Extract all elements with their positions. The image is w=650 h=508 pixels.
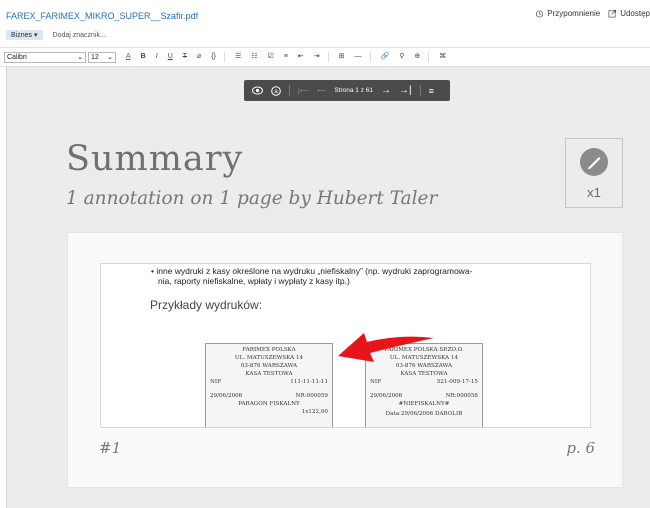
summary-title: Summary <box>66 139 244 179</box>
bulleted-list-button[interactable]: ☰ <box>235 52 241 62</box>
receipt-line: KASA TESTOWA <box>245 371 293 377</box>
italic-button[interactable]: I <box>156 52 158 62</box>
receipt-nip: 521-009-17-15 <box>436 379 478 385</box>
receipt-type: PARAGON FISKALNY <box>238 401 300 407</box>
pdf-viewer[interactable]: a |⟵ ⟵ Strona 1 z 61 → →| ≡ Summary 1 an… <box>6 67 650 508</box>
numbered-list-button[interactable]: ☷ <box>251 52 257 62</box>
previous-page-icon[interactable]: ⟵ <box>317 87 326 95</box>
reminder-button[interactable]: Przypomnienie <box>535 9 600 18</box>
horizontal-rule-button[interactable]: — <box>355 52 362 62</box>
first-page-icon[interactable]: |⟵ <box>298 87 309 95</box>
receipt-line: 03-876 WARSZAWA <box>240 363 298 369</box>
annotation-card[interactable]: • inne wydruki z kasy określone na wydru… <box>67 232 623 488</box>
tag-row: Biznes ▾ Dodaj znacznik... <box>6 30 106 40</box>
chevron-down-icon: ▾ <box>34 32 38 39</box>
annotation-snippet: • inne wydruki z kasy określone na wydru… <box>100 263 591 428</box>
receipt-amount: 1x122,00 <box>301 409 328 415</box>
receipt-nip-label: NIP <box>370 379 381 385</box>
font-family-value: Calibri <box>7 53 27 61</box>
bold-button[interactable]: B <box>141 52 146 62</box>
toolbar-divider <box>289 85 290 96</box>
receipt-line: UL. MATUSZEWSKA 14 <box>234 355 304 361</box>
page-indicator: Strona 1 z 61 <box>334 87 374 94</box>
more-options-button[interactable]: ⌘ <box>439 52 446 62</box>
menu-icon[interactable]: ≡ <box>429 86 434 96</box>
annotation-page[interactable]: p. 6 <box>566 439 595 457</box>
receipt-number: NR:000059 <box>295 393 328 399</box>
top-actions: Przypomnienie Udostęp <box>535 9 650 18</box>
toolbar-divider <box>428 52 430 62</box>
pdf-toolbar: a |⟵ ⟵ Strona 1 z 61 → →| ≡ <box>244 80 450 101</box>
receipt-nip: 111-11-11-11 <box>290 379 328 385</box>
snippet-line: nia, raporty niefiskalne, wpłaty i wypła… <box>158 276 350 286</box>
toolbar-divider <box>369 52 371 62</box>
receipt-line: KASA TESTOWA <box>400 371 448 377</box>
font-size-select[interactable]: 12 ⌄ <box>88 51 116 63</box>
receipt-extra: Data:29/06/2006 DABOLIB <box>385 411 463 417</box>
record-button[interactable]: ⚲ <box>399 52 404 62</box>
annotation-number: #1 <box>99 439 122 457</box>
snippet-bullet-text: • inne wydruki z kasy określone na wydru… <box>151 266 571 286</box>
annotation-count: x1 <box>587 185 601 200</box>
code-button[interactable]: {} <box>211 52 216 62</box>
align-button[interactable]: ≡ <box>284 52 288 62</box>
receipt-date: 29/06/2006 <box>370 393 403 399</box>
share-button[interactable]: Udostęp <box>608 9 650 18</box>
notebook-label: Biznes <box>11 31 33 39</box>
toolbar-divider <box>419 85 421 96</box>
receipt-line: FARIMEX POLSKA <box>242 347 296 353</box>
receipt-type: #NIEFISKALNY# <box>398 401 450 407</box>
last-page-icon[interactable]: →| <box>399 85 412 96</box>
toolbar-divider <box>327 52 329 62</box>
receipt-date-row: 29/06/2006 NR:000058 <box>370 392 478 400</box>
snippet-heading: Przykłady wydruków: <box>150 298 263 312</box>
attachment-button[interactable]: 🔗 <box>381 52 390 62</box>
svg-text:a: a <box>274 89 278 95</box>
alarm-clock-icon <box>536 10 544 18</box>
receipt-nip-label: NIP <box>210 379 221 385</box>
summary-subtitle: 1 annotation on 1 page by Hubert Taler <box>66 188 438 209</box>
note-filename[interactable]: FAREX_FARIMEX_MIKRO_SUPER__Szafir.pdf <box>6 11 198 21</box>
red-arrow-annotation <box>338 333 434 362</box>
receipt-fiscal: FARIMEX POLSKA UL. MATUSZEWSKA 14 03-876… <box>205 343 333 427</box>
annotation-count-badge: x1 <box>565 138 623 208</box>
pen-icon <box>580 148 608 176</box>
font-family-select[interactable]: Calibri ⌄ <box>4 51 86 63</box>
chevron-down-icon: ⌄ <box>77 54 83 61</box>
checklist-button[interactable]: ☑ <box>268 52 274 62</box>
snippet-line: • inne wydruki z kasy określone na wydru… <box>151 266 473 276</box>
receipt-nip-row: NIP 521-009-17-15 <box>370 378 478 386</box>
annotation-toggle-icon[interactable]: a <box>271 85 281 96</box>
receipt-date-row: 29/06/2006 NR:000059 <box>210 392 328 400</box>
strikethrough-button[interactable]: T <box>183 52 187 62</box>
reminder-label: Przypomnienie <box>547 9 601 18</box>
outdent-button[interactable]: ⇤ <box>298 52 304 62</box>
insert-button[interactable]: ⊕ <box>414 52 420 62</box>
text-color-button[interactable]: A <box>126 52 131 62</box>
font-size-value: 12 <box>91 53 99 61</box>
eye-icon[interactable] <box>252 86 263 95</box>
toolbar-divider <box>223 52 225 62</box>
share-label: Udostęp <box>620 9 650 18</box>
table-button[interactable]: ⊞ <box>339 52 345 62</box>
indent-button[interactable]: ⇥ <box>314 52 320 62</box>
notebook-selector[interactable]: Biznes ▾ <box>6 30 43 40</box>
share-icon <box>608 9 617 18</box>
title-bar: FAREX_FARIMEX_MIKRO_SUPER__Szafir.pdf Pr… <box>0 0 650 46</box>
highlight-button[interactable]: ⌀ <box>197 52 201 62</box>
chevron-down-icon: ⌄ <box>107 54 113 61</box>
underline-button[interactable]: U <box>168 52 173 62</box>
add-tag-field[interactable]: Dodaj znacznik... <box>53 32 106 39</box>
format-toolbar: Calibri ⌄ 12 ⌄ A B I U T ⌀ {} ☰ ☷ ☑ ≡ ⇤ … <box>0 47 650 67</box>
next-page-icon[interactable]: → <box>381 85 391 96</box>
receipt-date: 29/06/2006 <box>210 393 243 399</box>
receipt-nip-row: NIP 111-11-11-11 <box>210 378 328 386</box>
receipt-number: NR:000058 <box>445 393 478 399</box>
